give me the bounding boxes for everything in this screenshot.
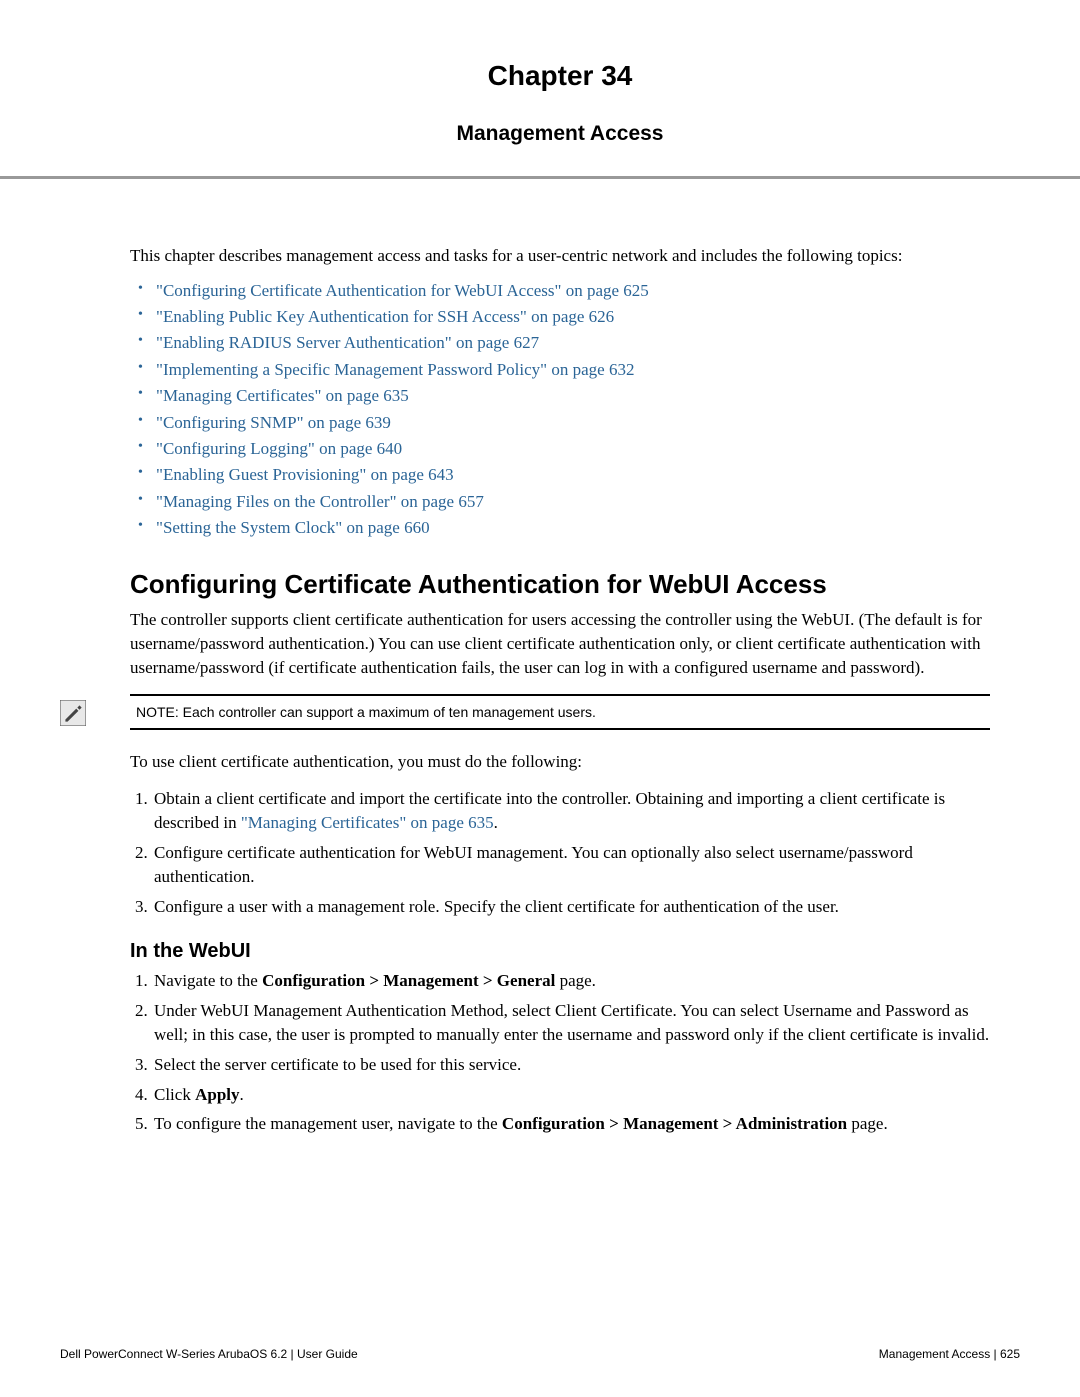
intro-paragraph: This chapter describes management access…: [130, 244, 990, 268]
toc-link[interactable]: "Configuring SNMP" on page 639: [156, 413, 391, 432]
divider: [0, 176, 1080, 179]
toc-link[interactable]: "Enabling RADIUS Server Authentication" …: [156, 333, 539, 352]
step-text: page.: [847, 1114, 888, 1133]
list-item: Select the server certificate to be used…: [152, 1053, 990, 1077]
list-item: Configure a user with a management role.…: [152, 895, 990, 919]
toc-item[interactable]: "Managing Certificates" on page 635: [148, 383, 990, 409]
toc-link[interactable]: "Managing Certificates" on page 635: [156, 386, 409, 405]
toc-link[interactable]: "Enabling Guest Provisioning" on page 64…: [156, 465, 454, 484]
list-item: To configure the management user, naviga…: [152, 1112, 990, 1136]
toc-link[interactable]: "Enabling Public Key Authentication for …: [156, 307, 614, 326]
list-item: Under WebUI Management Authentication Me…: [152, 999, 990, 1047]
subsection-heading: In the WebUI: [130, 940, 990, 963]
section-body: The controller supports client certifica…: [130, 608, 990, 679]
bold-text: Configuration > Management > Administrat…: [502, 1114, 847, 1133]
page: Chapter 34 Management Access This chapte…: [0, 0, 1080, 1397]
inline-link[interactable]: "Managing Certificates" on page 635: [241, 813, 494, 832]
webui-procedure-list: Navigate to the Configuration > Manageme…: [130, 969, 990, 1136]
step-text: .: [240, 1085, 244, 1104]
step-text: To configure the management user, naviga…: [154, 1114, 502, 1133]
toc-item[interactable]: "Configuring Certificate Authentication …: [148, 278, 990, 304]
note-text: NOTE: Each controller can support a maxi…: [130, 694, 990, 730]
footer-left: Dell PowerConnect W-Series ArubaOS 6.2 |…: [60, 1347, 358, 1361]
list-item: Obtain a client certificate and import t…: [152, 787, 990, 835]
pencil-icon: [60, 700, 86, 726]
list-item: Navigate to the Configuration > Manageme…: [152, 969, 990, 993]
toc-link[interactable]: "Managing Files on the Controller" on pa…: [156, 492, 484, 511]
toc-link[interactable]: "Configuring Logging" on page 640: [156, 439, 402, 458]
step-text: .: [494, 813, 498, 832]
note: NOTE: Each controller can support a maxi…: [130, 694, 990, 730]
toc-item[interactable]: "Setting the System Clock" on page 660: [148, 515, 990, 541]
toc-item[interactable]: "Enabling RADIUS Server Authentication" …: [148, 330, 990, 356]
toc-item[interactable]: "Configuring SNMP" on page 639: [148, 410, 990, 436]
lead-paragraph: To use client certificate authentication…: [130, 750, 990, 774]
toc-item[interactable]: "Implementing a Specific Management Pass…: [148, 357, 990, 383]
toc-item[interactable]: "Enabling Public Key Authentication for …: [148, 304, 990, 330]
list-item: Click Apply.: [152, 1083, 990, 1107]
chapter-title: Management Access: [130, 122, 990, 146]
chapter-number: Chapter 34: [130, 60, 990, 92]
toc-item[interactable]: "Managing Files on the Controller" on pa…: [148, 489, 990, 515]
toc-link[interactable]: "Configuring Certificate Authentication …: [156, 281, 649, 300]
footer-right: Management Access | 625: [879, 1347, 1020, 1361]
toc-list: "Configuring Certificate Authentication …: [130, 278, 990, 541]
toc-link[interactable]: "Setting the System Clock" on page 660: [156, 518, 430, 537]
toc-item[interactable]: "Configuring Logging" on page 640: [148, 436, 990, 462]
step-text: page.: [555, 971, 596, 990]
step-text: Click: [154, 1085, 195, 1104]
bold-text: Configuration > Management > General: [262, 971, 555, 990]
toc-link[interactable]: "Implementing a Specific Management Pass…: [156, 360, 634, 379]
procedure-list: Obtain a client certificate and import t…: [130, 787, 990, 918]
list-item: Configure certificate authentication for…: [152, 841, 990, 889]
step-text: Navigate to the: [154, 971, 262, 990]
section-heading: Configuring Certificate Authentication f…: [130, 569, 990, 600]
bold-text: Apply: [195, 1085, 239, 1104]
toc-item[interactable]: "Enabling Guest Provisioning" on page 64…: [148, 462, 990, 488]
page-footer: Dell PowerConnect W-Series ArubaOS 6.2 |…: [60, 1347, 1020, 1361]
